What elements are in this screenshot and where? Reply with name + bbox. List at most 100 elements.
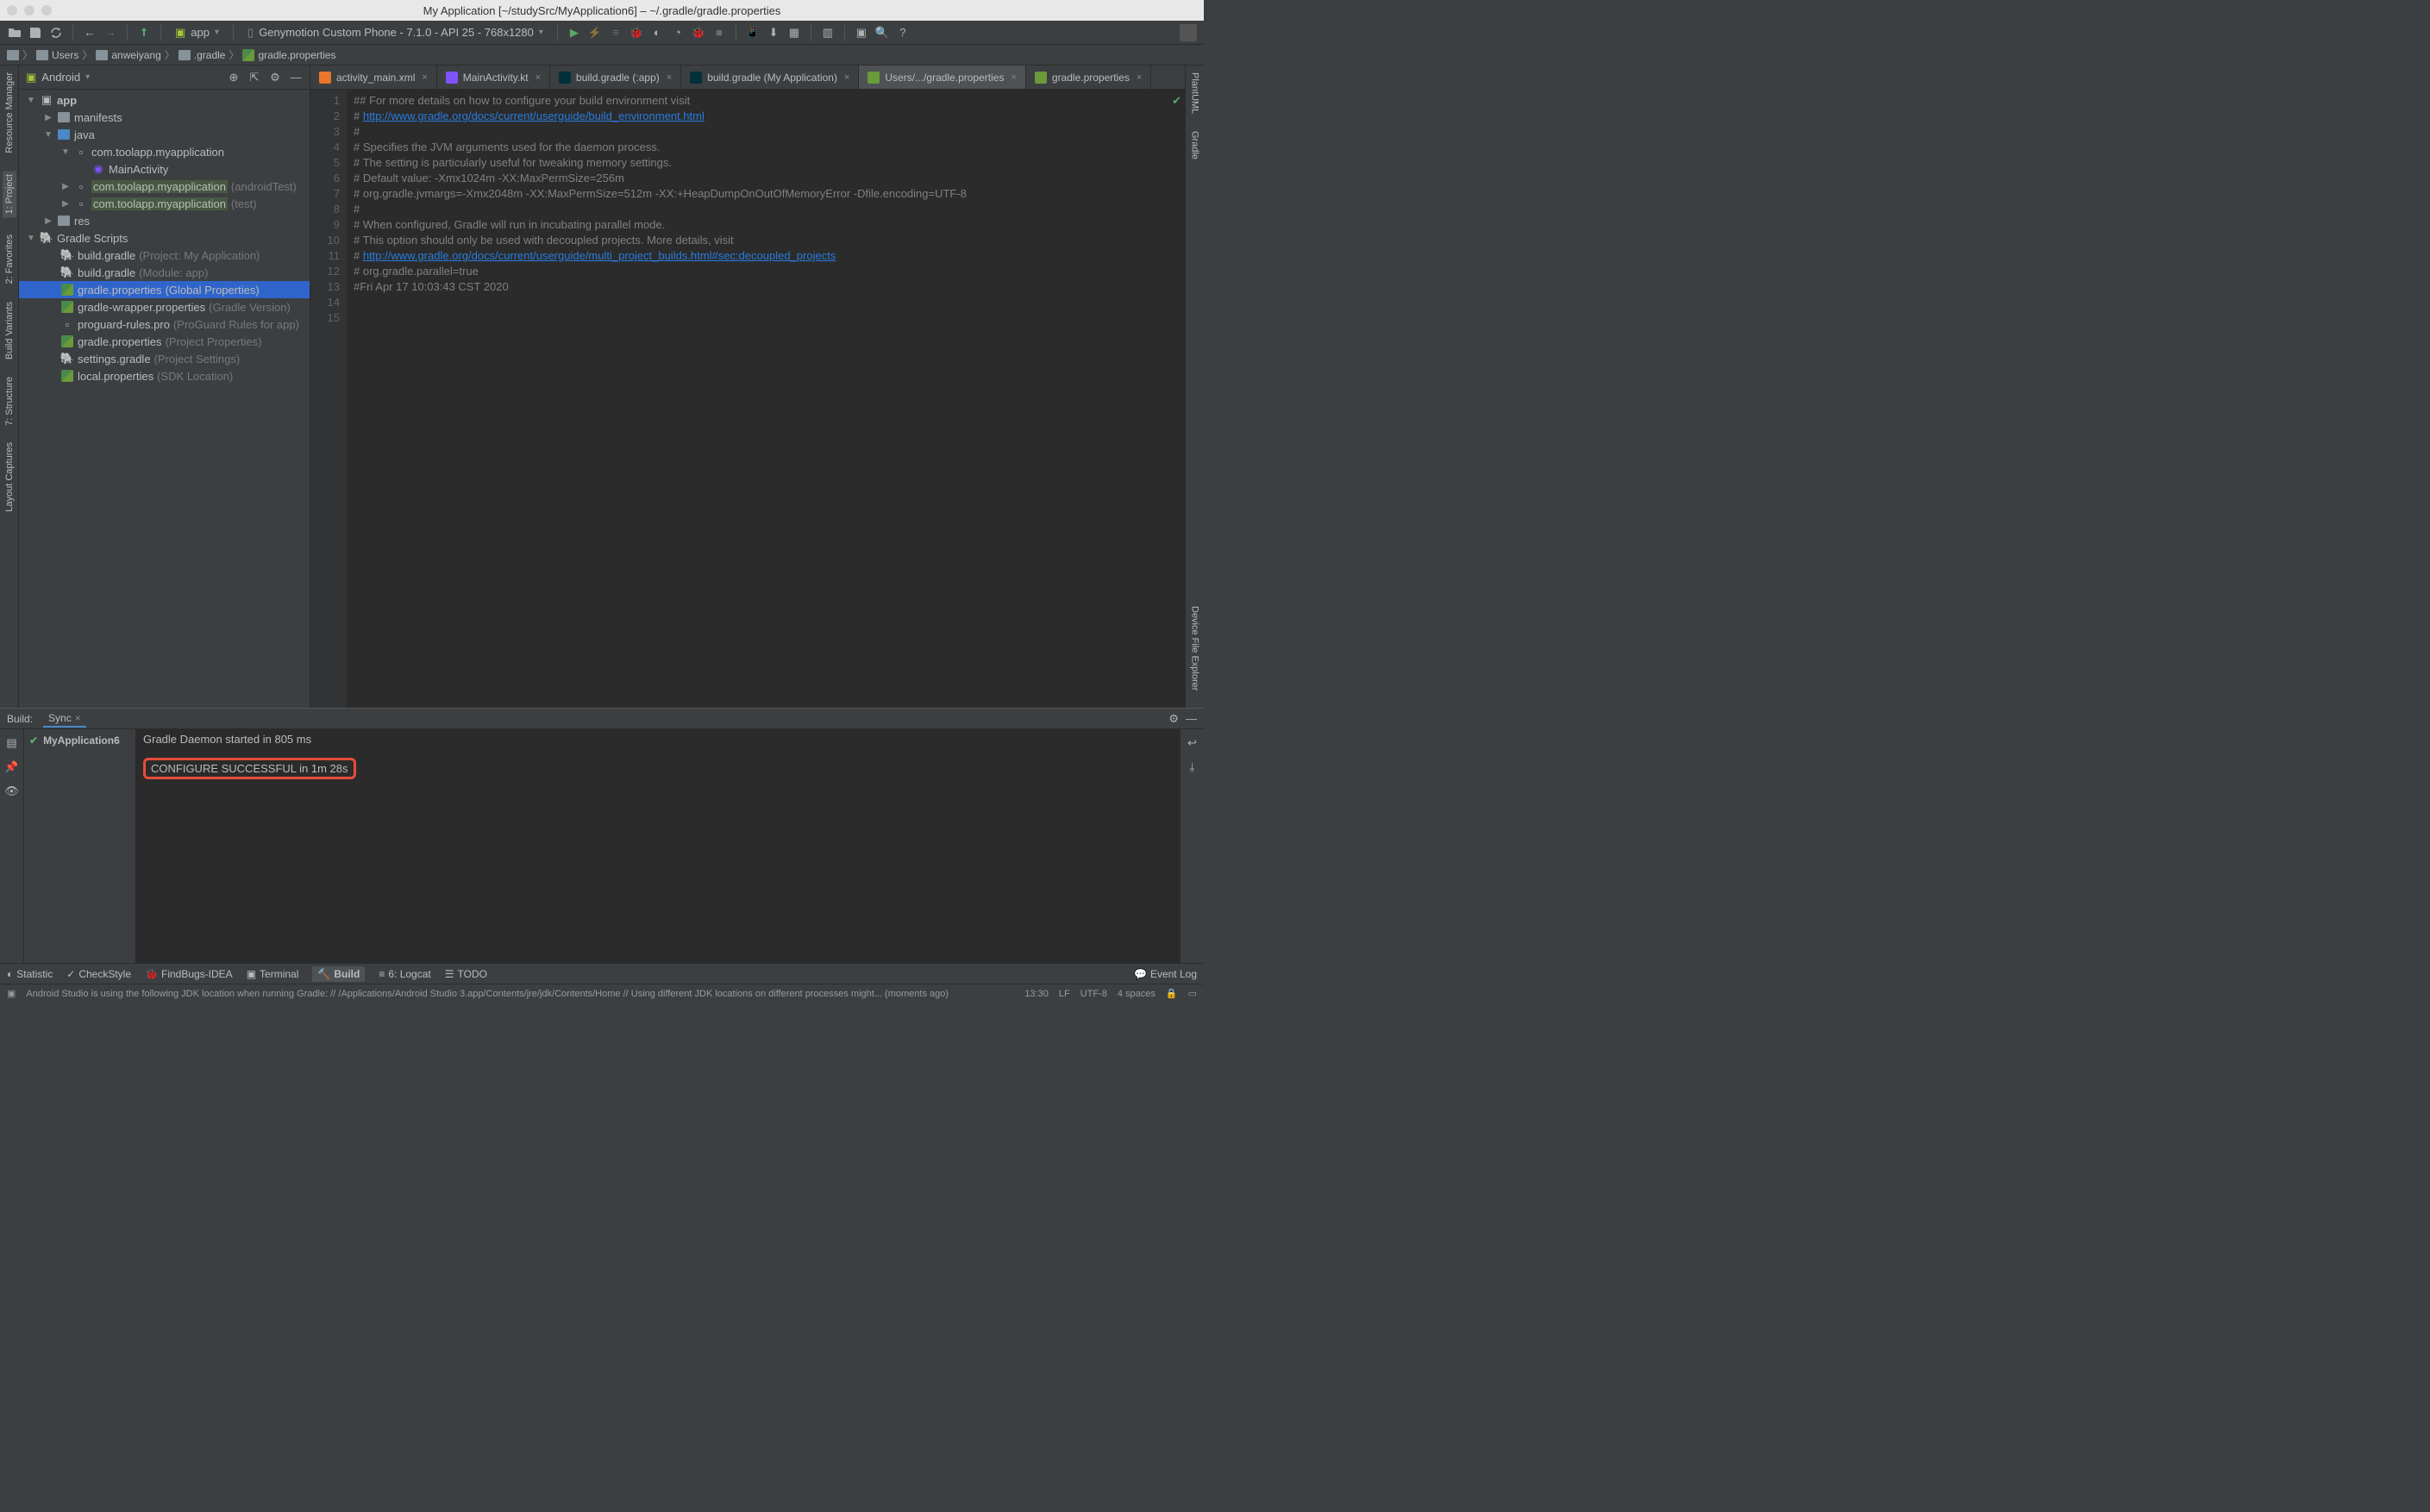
run-icon[interactable]: ▶ xyxy=(567,25,582,41)
build-tree[interactable]: ✔ MyApplication6 xyxy=(24,729,136,963)
bottom-terminal[interactable]: ▣Terminal xyxy=(247,968,299,980)
code-content[interactable]: ## For more details on how to configure … xyxy=(347,90,1185,708)
rail-resource-manager[interactable]: Resource Manager xyxy=(4,72,15,153)
layout-inspector-icon[interactable]: ▦ xyxy=(786,25,802,41)
close-icon[interactable]: × xyxy=(422,72,427,83)
bottom-event-log[interactable]: 💬Event Log xyxy=(1134,968,1197,980)
tree-gradle-scripts[interactable]: ▼🐘Gradle Scripts xyxy=(19,229,310,247)
status-icon[interactable]: ▣ xyxy=(7,988,16,999)
crumb-anweiyang[interactable]: anweiyang xyxy=(96,49,160,61)
tree-app[interactable]: ▼▣app xyxy=(19,91,310,109)
structure-icon[interactable]: ▥ xyxy=(820,25,836,41)
apply-changes-icon[interactable]: ⚡ xyxy=(587,25,603,41)
tree-gradle-properties-project[interactable]: gradle.properties(Project Properties) xyxy=(19,333,310,350)
editor-tab[interactable]: MainActivity.kt× xyxy=(437,66,550,89)
close-window[interactable] xyxy=(7,5,17,16)
avd-icon[interactable]: 📱 xyxy=(745,25,761,41)
open-icon[interactable] xyxy=(7,25,22,41)
close-icon[interactable]: × xyxy=(535,72,541,83)
bottom-findbugs[interactable]: 🐞FindBugs-IDEA xyxy=(145,968,233,980)
profile-icon[interactable]: ◔ xyxy=(670,25,686,41)
rail-favorites[interactable]: 2: Favorites xyxy=(4,234,15,284)
indent-setting[interactable]: 4 spaces xyxy=(1118,989,1156,999)
rail-plantuml[interactable]: PlantUML xyxy=(1190,72,1200,114)
scroll-end-icon[interactable]: ⤓ xyxy=(1190,760,1195,774)
tree-gradle-wrapper[interactable]: gradle-wrapper.properties(Gradle Version… xyxy=(19,298,310,316)
tree-java[interactable]: ▼java xyxy=(19,126,310,143)
tree-settings-gradle[interactable]: 🐘settings.gradle(Project Settings) xyxy=(19,350,310,367)
tree-pkg-androidtest[interactable]: ▶▫com.toolapp.myapplication(androidTest) xyxy=(19,178,310,195)
tree-proguard[interactable]: ▫proguard-rules.pro(ProGuard Rules for a… xyxy=(19,316,310,333)
search-icon[interactable]: 🔍 xyxy=(874,25,890,41)
forward-icon[interactable]: → xyxy=(103,25,118,41)
expand-arrow[interactable]: ▶ xyxy=(60,182,71,191)
help-icon[interactable]: ? xyxy=(895,25,911,41)
rail-gradle[interactable]: Gradle xyxy=(1190,131,1200,159)
rail-project[interactable]: 1: Project xyxy=(3,171,16,217)
expand-arrow[interactable]: ▶ xyxy=(43,113,53,122)
expand-arrow[interactable]: ▶ xyxy=(43,216,53,226)
tree-res[interactable]: ▶res xyxy=(19,212,310,229)
apply-code-icon[interactable]: ≡ xyxy=(608,25,623,41)
pin-icon[interactable]: 📌 xyxy=(4,760,18,774)
gear-icon[interactable]: ⚙ xyxy=(268,71,282,84)
expand-arrow[interactable]: ▼ xyxy=(60,147,71,157)
line-separator[interactable]: LF xyxy=(1059,989,1070,999)
tree-build-gradle-module[interactable]: 🐘build.gradle(Module: app) xyxy=(19,264,310,281)
close-icon[interactable]: × xyxy=(844,72,849,83)
project-tree[interactable]: ▼▣app ▶manifests ▼java ▼▫com.toolapp.mya… xyxy=(19,90,310,708)
rail-layout-captures[interactable]: Layout Captures xyxy=(4,442,15,512)
device-dropdown[interactable]: ▯ Genymotion Custom Phone - 7.1.0 - API … xyxy=(242,24,548,41)
crumb-home[interactable] xyxy=(7,50,19,60)
tree-manifests[interactable]: ▶manifests xyxy=(19,109,310,126)
save-icon[interactable] xyxy=(28,25,43,41)
expand-arrow[interactable]: ▼ xyxy=(26,234,36,243)
tree-build-gradle-project[interactable]: 🐘build.gradle(Project: My Application) xyxy=(19,247,310,264)
tree-pkg-main[interactable]: ▼▫com.toolapp.myapplication xyxy=(19,143,310,160)
hide-icon[interactable]: — xyxy=(289,71,303,84)
memory-indicator[interactable]: ▭ xyxy=(1188,988,1197,999)
bottom-todo[interactable]: ☰TODO xyxy=(445,968,487,980)
lock-icon[interactable]: 🔒 xyxy=(1166,988,1178,999)
editor-tab[interactable]: build.gradle (:app)× xyxy=(550,66,681,89)
coverage-icon[interactable]: ◐ xyxy=(649,25,665,41)
tree-main-activity[interactable]: ◉MainActivity xyxy=(19,160,310,178)
code-editor[interactable]: 123456789101112131415 ## For more detail… xyxy=(310,90,1185,708)
zoom-window[interactable] xyxy=(41,5,52,16)
minimize-window[interactable] xyxy=(24,5,34,16)
build-sync-tab[interactable]: Sync × xyxy=(43,710,86,728)
editor-tab[interactable]: gradle.properties× xyxy=(1026,66,1152,89)
editor-tab[interactable]: build.gradle (My Application)× xyxy=(681,66,859,89)
build-output[interactable]: Gradle Daemon started in 805 ms CONFIGUR… xyxy=(136,729,1180,963)
sync-gradle-icon[interactable] xyxy=(136,25,152,41)
sdk-icon[interactable]: ⬇ xyxy=(766,25,781,41)
bottom-checkstyle[interactable]: ✓CheckStyle xyxy=(66,968,131,980)
collapse-icon[interactable]: ⇱ xyxy=(247,71,261,84)
back-icon[interactable]: ← xyxy=(82,25,97,41)
screenshot-icon[interactable]: ▣ xyxy=(854,25,869,41)
crumb-gradle[interactable]: .gradle xyxy=(178,49,226,61)
build-tree-item[interactable]: ✔ MyApplication6 xyxy=(28,733,132,748)
rail-structure[interactable]: 7: Structure xyxy=(4,377,15,426)
bottom-build[interactable]: 🔨Build xyxy=(312,966,365,982)
bottom-logcat[interactable]: ≡6: Logcat xyxy=(379,968,430,980)
cursor-position[interactable]: 13:30 xyxy=(1024,989,1049,999)
gear-icon[interactable]: ⚙ xyxy=(1168,712,1179,726)
crumb-users[interactable]: Users xyxy=(36,49,78,61)
tree-gradle-properties-global[interactable]: gradle.properties(Global Properties) xyxy=(19,281,310,298)
debug-icon[interactable]: 🐞 xyxy=(629,25,644,41)
rail-device-file-explorer[interactable]: Device File Explorer xyxy=(1190,606,1200,690)
view-icon[interactable]: 👁 xyxy=(4,784,19,798)
editor-tab[interactable]: Users/.../gradle.properties× xyxy=(859,66,1026,89)
close-icon[interactable]: × xyxy=(667,72,672,83)
filter-icon[interactable]: ▤ xyxy=(6,736,16,750)
close-icon[interactable]: × xyxy=(1011,72,1016,83)
soft-wrap-icon[interactable]: ↩ xyxy=(1187,736,1197,750)
bottom-statistic[interactable]: ◐Statistic xyxy=(7,968,53,980)
editor-tab[interactable]: activity_main.xml× xyxy=(310,66,437,89)
sync-icon[interactable] xyxy=(48,25,64,41)
stop-icon[interactable]: ■ xyxy=(711,25,727,41)
close-icon[interactable]: × xyxy=(75,712,81,724)
hide-icon[interactable]: — xyxy=(1186,712,1197,726)
attach-icon[interactable]: 🐞 xyxy=(691,25,706,41)
